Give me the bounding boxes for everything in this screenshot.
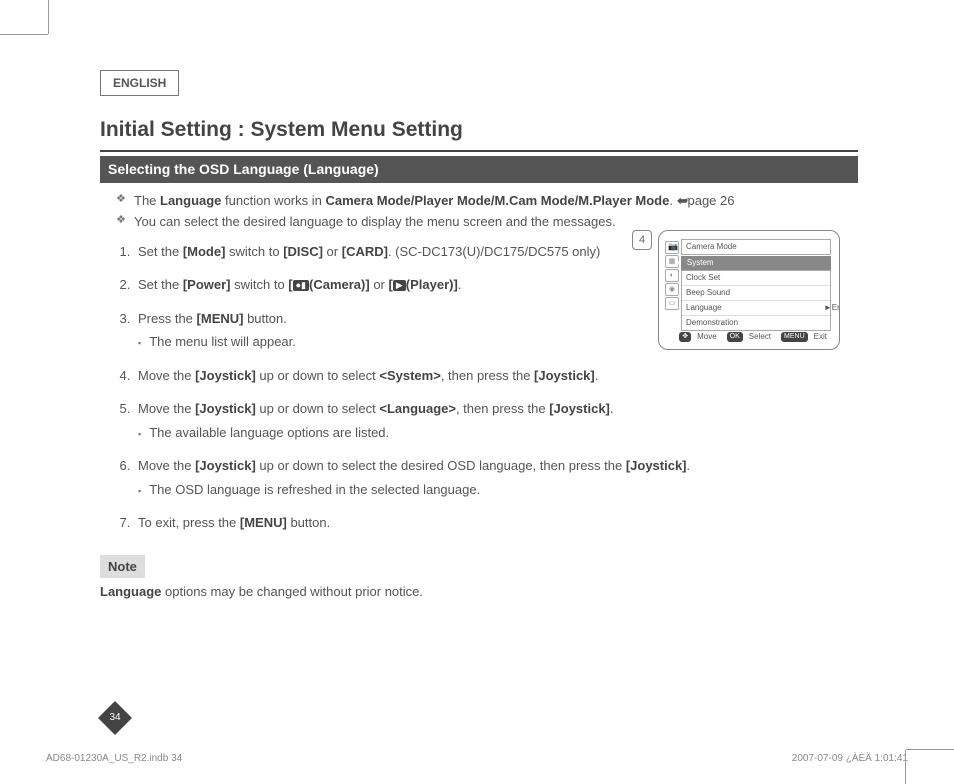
intro-bullet-2: You can select the desired language to d…: [116, 212, 858, 232]
camera-icon: ●▮: [293, 280, 309, 291]
step-6-sub: The OSD language is refreshed in the sel…: [138, 480, 858, 500]
osd-icon-5: ▭: [665, 297, 679, 310]
step-7: To exit, press the [MENU] button.: [134, 513, 858, 533]
move-chip-icon: ✥: [679, 332, 691, 343]
intro-list: The Language function works in Camera Mo…: [116, 191, 858, 232]
step-5-sub: The available language options are liste…: [138, 423, 858, 443]
osd-row-demonstration: Demonstration►On: [682, 316, 830, 330]
osd-screen: ⚙ ▦ ◐ ◉ ▭ 📷 Camera Mode ►System: [658, 230, 840, 350]
footer-left: AD68-01230A_US_R2.indb 34: [46, 751, 182, 766]
camera-mode-icon: 📷: [668, 241, 678, 253]
osd-titlebar: 📷 Camera Mode: [681, 239, 831, 255]
step-badge: 4: [632, 230, 652, 250]
ok-chip-icon: OK: [727, 332, 743, 343]
step-4: Move the [Joystick] up or down to select…: [134, 366, 858, 386]
language-tag: ENGLISH: [100, 70, 179, 96]
page-ref-icon: ➥: [677, 191, 688, 211]
intro-bullet-1: The Language function works in Camera Mo…: [116, 191, 858, 211]
page-title: Initial Setting : System Menu Setting: [100, 114, 858, 152]
osd-icon-3: ◐: [665, 269, 679, 282]
osd-footer: ✥Move OKSelect MENUExit: [667, 331, 831, 343]
osd-row-clockset: Clock Set: [682, 271, 830, 286]
osd-menu: Clock Set Beep Sound►On Language►English…: [681, 270, 831, 331]
osd-row-beepsound: Beep Sound►On: [682, 286, 830, 301]
footer-right: 2007-07-09 ¿ÀÈÄ 1:01:41: [792, 751, 908, 766]
menu-chip-icon: MENU: [781, 332, 808, 343]
osd-row-system: ►System: [681, 256, 831, 270]
step-6: Move the [Joystick] up or down to select…: [134, 456, 858, 499]
note-text: Language options may be changed without …: [100, 582, 858, 602]
note-label: Note: [100, 555, 145, 579]
osd-icon-4: ◉: [665, 283, 679, 296]
player-icon: ▶: [393, 280, 406, 291]
osd-row-language: Language►English: [682, 301, 830, 316]
osd-figure: 4 ⚙ ▦ ◐ ◉ ▭ 📷 Camera Mode ►System: [658, 230, 858, 350]
page-number-badge: 34: [100, 708, 130, 728]
section-heading: Selecting the OSD Language (Language): [100, 156, 858, 183]
step-5: Move the [Joystick] up or down to select…: [134, 399, 858, 442]
